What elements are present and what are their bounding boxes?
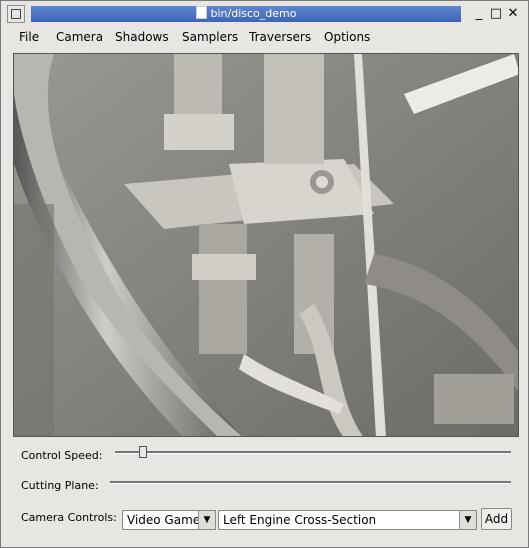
control-speed-slider-handle[interactable] bbox=[138, 446, 147, 458]
menu-samplers[interactable]: Samplers bbox=[182, 30, 238, 44]
window-title: bin/disco_demo bbox=[210, 7, 297, 20]
window-menu-button[interactable] bbox=[7, 5, 25, 23]
camera-controls-label: Camera Controls: bbox=[21, 511, 117, 524]
engine-render-image bbox=[14, 54, 518, 436]
minimize-icon: _ bbox=[475, 6, 483, 21]
maximize-button[interactable]: □ bbox=[488, 6, 504, 22]
cutting-plane-slider[interactable] bbox=[110, 481, 511, 484]
camera-mode-select[interactable]: Video Game ▼ bbox=[122, 510, 216, 530]
chevron-down-icon: ▼ bbox=[198, 511, 215, 529]
add-camera-button[interactable]: Add bbox=[481, 508, 512, 530]
render-viewport[interactable] bbox=[13, 53, 519, 437]
close-icon: ✕ bbox=[507, 6, 519, 21]
menu-bar: File Camera Shadows Samplers Traversers … bbox=[2, 27, 527, 49]
window-menu-icon bbox=[11, 9, 21, 19]
document-icon bbox=[195, 6, 207, 19]
control-speed-track[interactable] bbox=[115, 451, 511, 454]
close-button[interactable]: ✕ bbox=[505, 6, 521, 22]
menu-options[interactable]: Options bbox=[324, 30, 370, 44]
camera-mode-value: Video Game bbox=[127, 513, 201, 527]
control-speed-label: Control Speed: bbox=[21, 449, 103, 462]
menu-file[interactable]: File bbox=[19, 30, 39, 44]
cutting-plane-label: Cutting Plane: bbox=[21, 479, 99, 492]
camera-preset-value: Left Engine Cross-Section bbox=[223, 513, 377, 527]
title-bar-highlight: bin/disco_demo bbox=[31, 6, 461, 22]
title-bar: bin/disco_demo _ □ ✕ bbox=[3, 4, 526, 24]
menu-shadows[interactable]: Shadows bbox=[115, 30, 169, 44]
menu-traversers[interactable]: Traversers bbox=[249, 30, 311, 44]
menu-camera[interactable]: Camera bbox=[56, 30, 103, 44]
chevron-down-icon: ▼ bbox=[459, 511, 476, 529]
maximize-icon: □ bbox=[489, 6, 503, 21]
app-window: bin/disco_demo _ □ ✕ File Camera Shadows… bbox=[0, 0, 529, 548]
minimize-button[interactable]: _ bbox=[471, 6, 487, 22]
camera-preset-select[interactable]: Left Engine Cross-Section ▼ bbox=[218, 510, 477, 530]
